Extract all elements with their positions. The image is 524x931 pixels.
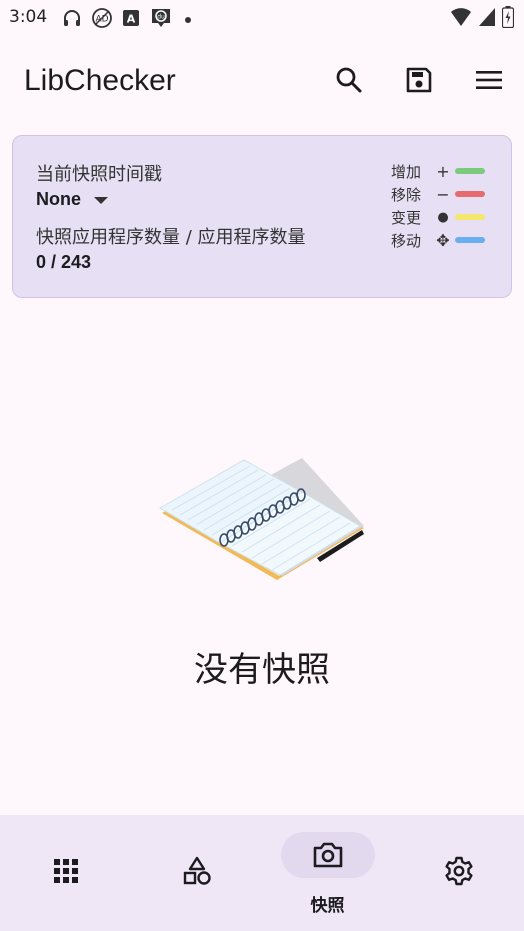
shapes-icon (181, 855, 213, 887)
notebook-icon (152, 448, 372, 588)
settings-gear-icon (443, 855, 475, 887)
headset-icon (62, 8, 82, 32)
legend-label: 移动 (391, 231, 422, 250)
save-snapshot-button[interactable] (399, 62, 439, 102)
search-icon (335, 66, 363, 98)
minus-icon: − (436, 184, 450, 204)
nav-item-apps[interactable] (0, 815, 131, 931)
nav-item-statistics[interactable] (131, 815, 262, 931)
legend-color-bar (455, 191, 485, 197)
svg-text:A: A (127, 13, 136, 26)
snapshot-info-card: 当前快照时间戳 None 快照应用程序数量 / 应用程序数量 0 / 243 增… (12, 135, 512, 298)
dot-icon: ● (437, 209, 449, 225)
battery-charging-icon (501, 6, 515, 32)
app-title: LibChecker (24, 64, 176, 97)
status-time: 3:04 (9, 7, 48, 27)
search-button[interactable] (329, 62, 369, 102)
legend-label: 移除 (391, 185, 422, 204)
legend-item-changed: 变更 ● (391, 206, 501, 228)
legend-item-moved: 移动 ✥ (391, 229, 501, 251)
nav-item-snapshot[interactable]: 快照 (262, 815, 393, 931)
legend-item-removed: 移除 − (391, 183, 501, 205)
apps-grid-icon (50, 855, 82, 887)
empty-state-text: 没有快照 (194, 650, 330, 690)
app-count-value: 0 / 243 (36, 252, 92, 272)
app-a-icon: A (122, 9, 140, 31)
timestamp-label: 当前快照时间戳 (36, 164, 162, 185)
dropdown-arrow-icon[interactable] (94, 197, 108, 204)
app-bar: LibChecker (0, 50, 524, 114)
save-icon (405, 66, 433, 98)
signal-icon (478, 7, 496, 31)
legend-label: 变更 (391, 208, 422, 227)
nav-label-snapshot: 快照 (310, 896, 345, 916)
camera-icon (312, 839, 344, 871)
menu-button[interactable] (469, 62, 509, 102)
timestamp-value[interactable]: None (36, 189, 81, 210)
bottom-navigation: 快照 (0, 815, 524, 931)
legend-label: 增加 (391, 162, 422, 181)
legend-color-bar (455, 168, 485, 174)
move-arrows-icon: ✥ (436, 230, 450, 250)
wifi-icon (450, 7, 472, 31)
legend-color-bar (455, 237, 485, 243)
legend-color-bar (455, 214, 485, 220)
plus-icon: + (436, 161, 450, 181)
status-system-icons (450, 6, 515, 32)
svg-text:du: du (157, 14, 165, 21)
nav-item-settings[interactable] (393, 815, 524, 931)
status-bar: 3:04 AD A du (0, 0, 524, 36)
menu-icon (475, 68, 503, 96)
du-icon: du (149, 6, 173, 34)
dot-icon (182, 11, 194, 30)
adblock-icon: AD (91, 7, 113, 33)
legend-item-added: 增加 + (391, 160, 501, 182)
status-notification-icons: AD A du (62, 6, 194, 34)
app-count-label: 快照应用程序数量 / 应用程序数量 (36, 227, 306, 248)
